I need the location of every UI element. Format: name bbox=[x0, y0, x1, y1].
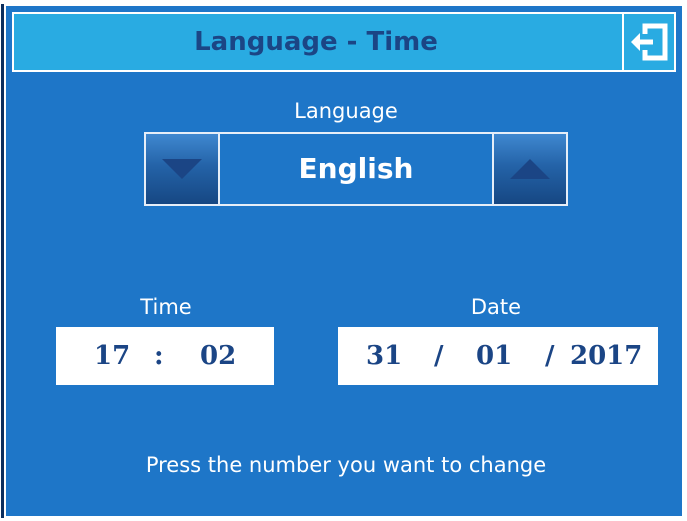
date-separator-2: / bbox=[545, 341, 555, 371]
date-day[interactable]: 31 bbox=[366, 327, 402, 385]
date-label: Date bbox=[470, 295, 522, 319]
exit-door-arrow-icon bbox=[631, 23, 668, 61]
language-value: English bbox=[298, 152, 414, 185]
date-year[interactable]: 2017 bbox=[570, 327, 642, 385]
exit-button[interactable] bbox=[622, 14, 674, 70]
time-field: 17 : 02 bbox=[56, 327, 274, 385]
date-separator-1: / bbox=[434, 341, 444, 371]
instruction-text: Press the number you want to change bbox=[145, 453, 547, 477]
language-label: Language bbox=[294, 99, 398, 123]
date-month[interactable]: 01 bbox=[476, 327, 512, 385]
header-bar: Language - Time bbox=[12, 12, 676, 72]
triangle-down-icon bbox=[162, 159, 202, 179]
language-next-button[interactable] bbox=[492, 134, 566, 204]
time-label: Time bbox=[140, 295, 192, 319]
language-selector: English bbox=[144, 132, 568, 206]
triangle-up-icon bbox=[510, 159, 550, 179]
page-title: Language - Time bbox=[194, 27, 438, 57]
time-hour[interactable]: 17 bbox=[94, 327, 130, 385]
date-field: 31 / 01 / 2017 bbox=[338, 327, 658, 385]
language-time-screen: Language - Time Language English Time 17… bbox=[4, 4, 684, 518]
time-minute[interactable]: 02 bbox=[200, 327, 236, 385]
time-separator: : bbox=[154, 341, 164, 371]
language-previous-button[interactable] bbox=[146, 134, 220, 204]
